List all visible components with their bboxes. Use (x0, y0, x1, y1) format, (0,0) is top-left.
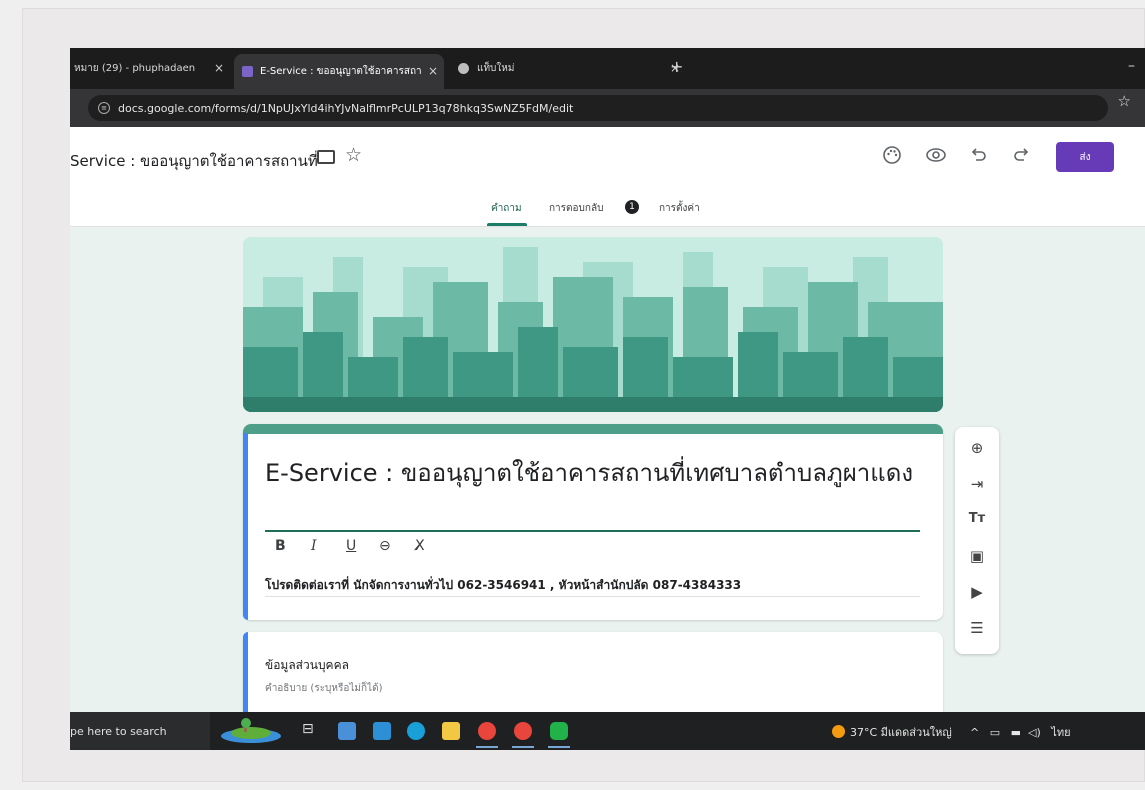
floating-toolbar: ⊕ ⇥ Tт ▣ ▶ ☰ (955, 427, 999, 654)
palette-icon[interactable] (882, 145, 902, 165)
weather-widget[interactable]: 37°C มีแดดส่วนใหญ่ (832, 723, 952, 741)
active-card-indicator (243, 433, 248, 620)
bookmark-star-icon[interactable]: ☆ (1118, 92, 1131, 110)
tab-responses[interactable]: การตอบกลับ (549, 201, 603, 216)
tab-questions[interactable]: คำถาม (491, 201, 522, 216)
link-icon[interactable]: ⊖ (379, 538, 391, 554)
section-indicator (243, 632, 248, 722)
add-section-icon[interactable]: ☰ (955, 619, 999, 637)
running-indicator (512, 746, 534, 748)
forms-icon (242, 66, 253, 77)
add-video-icon[interactable]: ▶ (955, 583, 999, 601)
sun-icon (832, 725, 845, 738)
tab-settings[interactable]: การตั้งค่า (659, 201, 700, 216)
star-icon[interactable]: ☆ (345, 144, 362, 166)
running-indicator (548, 746, 570, 748)
mail-icon[interactable] (373, 722, 391, 740)
system-tray: ^ ▭ ▬ ◁) ไทย (970, 723, 1071, 741)
redo-icon[interactable] (1012, 146, 1030, 164)
section-title[interactable]: ข้อมูลส่วนบุคคล (265, 656, 349, 675)
section-card: ข้อมูลส่วนบุคคล คำอธิบาย (ระบุหรือไม่ก็ไ… (243, 632, 943, 722)
underline-button[interactable]: U (346, 538, 356, 554)
close-icon[interactable]: × (428, 64, 438, 78)
url-field[interactable]: ≡ docs.google.com/forms/d/1NpUJxYld4ihYJ… (88, 95, 1108, 121)
add-question-icon[interactable]: ⊕ (955, 439, 999, 457)
section-description[interactable]: คำอธิบาย (ระบุหรือไม่ก็ได้) (265, 681, 382, 696)
new-tab-icon[interactable]: + (670, 57, 683, 76)
undo-icon[interactable] (970, 146, 988, 164)
volume-icon[interactable]: ◁) (1028, 726, 1041, 739)
italic-button[interactable]: I (311, 538, 317, 554)
tab-bar: หมาย (29) - phuphadaen × E-Service : ขออ… (70, 48, 1145, 89)
bold-button[interactable]: B (275, 538, 286, 554)
add-title-icon[interactable]: Tт (955, 511, 999, 526)
line-app-icon[interactable] (550, 722, 568, 740)
weather-text: 37°C มีแดดส่วนใหญ่ (850, 726, 952, 739)
send-button[interactable]: ส่ง (1056, 142, 1114, 172)
address-bar: ≡ docs.google.com/forms/d/1NpUJxYld4ihYJ… (70, 89, 1145, 127)
form-title[interactable]: Service : ขออนุญาตใช้อาคารสถานที่ (70, 149, 318, 173)
tab-label: E-Service : ขออนุญาตใช้อาคารสถา (260, 66, 422, 77)
form-description-field[interactable]: โปรดติดต่อเราที่ นักจัดการงานทั่วไป 062-… (265, 576, 741, 595)
file-explorer-icon[interactable] (442, 722, 460, 740)
folder-icon[interactable] (317, 150, 335, 164)
island-icon[interactable] (218, 718, 284, 744)
url-text: docs.google.com/forms/d/1NpUJxYld4ihYJvN… (118, 101, 574, 115)
title-underline (265, 530, 920, 532)
tab-label: แท็บใหม่ (477, 63, 515, 74)
browser-window: หมาย (29) - phuphadaen × E-Service : ขออ… (70, 48, 1145, 750)
battery-icon[interactable]: ▬ (1011, 726, 1021, 739)
responses-badge: 1 (625, 200, 639, 214)
tab-gmail[interactable]: หมาย (29) - phuphadaen × (70, 56, 230, 81)
site-info-icon[interactable]: ≡ (98, 102, 110, 114)
task-view-icon[interactable]: ⊟ (302, 721, 320, 739)
chevron-up-icon[interactable]: ^ (970, 726, 979, 739)
edge-icon[interactable] (407, 722, 425, 740)
form-title-field[interactable]: E-Service : ขออนุญาตใช้อาคารสถานที่เทศบา… (265, 456, 925, 491)
form-tabs: คำถาม การตอบกลับ 1 การตั้งค่า (70, 191, 1145, 227)
chrome-icon[interactable] (478, 722, 496, 740)
language-indicator[interactable]: ไทย (1051, 726, 1070, 739)
close-icon[interactable]: × (214, 61, 224, 75)
description-underline (265, 596, 920, 597)
minimize-icon[interactable]: – (1128, 58, 1135, 74)
form-title-card: E-Service : ขออนุญาตใช้อาคารสถานที่เทศบา… (243, 424, 943, 620)
clear-format-icon[interactable]: X̸ (415, 538, 425, 554)
import-questions-icon[interactable]: ⇥ (955, 475, 999, 493)
add-image-icon[interactable]: ▣ (955, 547, 999, 565)
tab-new[interactable]: แท็บใหม่ × (450, 56, 680, 81)
tab-eservice[interactable]: E-Service : ขออนุญาตใช้อาคารสถา × (234, 54, 444, 89)
chrome-icon[interactable] (514, 722, 532, 740)
active-tab-indicator (487, 223, 527, 226)
taskbar-search[interactable]: pe here to search (70, 712, 210, 750)
windows-taskbar: pe here to search ⊟ 37°C มีแดดส่วนใหญ่ ^… (70, 712, 1145, 750)
chrome-icon (458, 63, 469, 74)
running-indicator (476, 746, 498, 748)
eye-icon[interactable] (925, 147, 947, 163)
header-banner-image (243, 237, 943, 412)
form-header: Service : ขออนุญาตใช้อาคารสถานที่ ☆ ส่ง … (70, 127, 1145, 227)
tab-label: หมาย (29) - phuphadaen (74, 63, 196, 74)
network-icon[interactable]: ▭ (990, 726, 1000, 739)
store-icon[interactable] (338, 722, 356, 740)
